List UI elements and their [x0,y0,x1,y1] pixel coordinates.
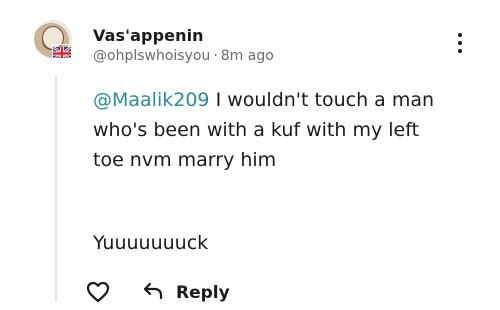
reply-button[interactable]: Reply [142,281,230,305]
comment-text: @Maalik209 I wouldn't touch a man who's … [93,85,453,175]
uk-flag-icon [52,44,72,59]
meta-separator: · [213,48,218,64]
more-options-icon[interactable] [450,30,470,56]
reply-arrow-icon [142,281,164,305]
username[interactable]: Vas'appenin [93,26,204,45]
thread-line [55,76,57,302]
mention-link[interactable]: @Maalik209 [93,89,210,111]
reply-label: Reply [176,283,230,303]
comment-extra-line: Yuuuuuuuck [93,232,209,254]
heart-icon[interactable] [86,281,110,303]
user-handle[interactable]: @ohplswhoisyou [93,48,210,64]
timestamp: 8m ago [220,48,274,64]
comment-meta: @ohplswhoisyou · 8m ago [93,48,274,64]
